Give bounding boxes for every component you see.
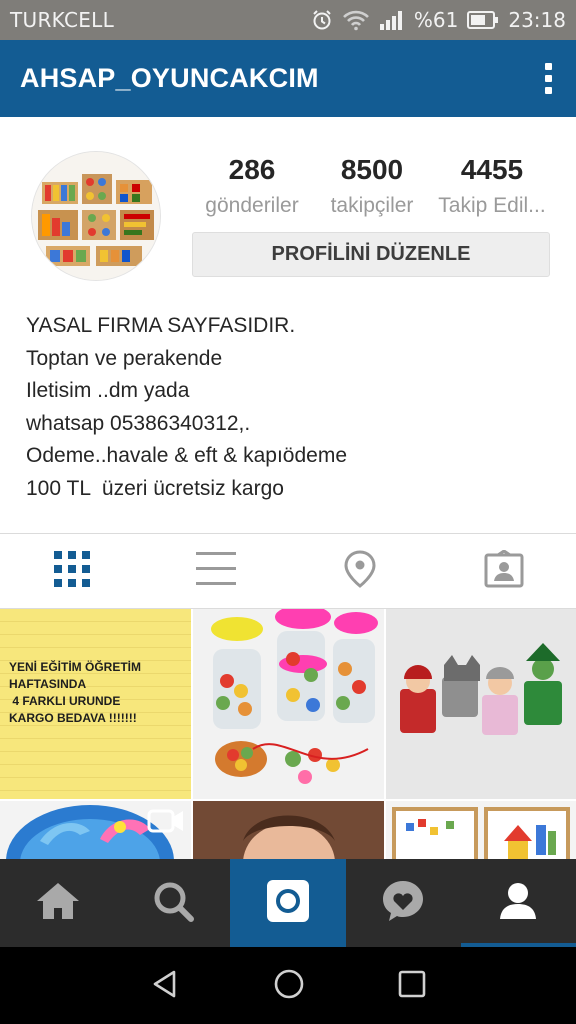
bio-line: YASAL FIRMA SAYFASIDIR.	[26, 314, 296, 337]
followers-count: 8500	[340, 154, 404, 185]
more-vert-icon[interactable]	[520, 40, 576, 117]
following-label: Takip Edil...	[438, 194, 546, 217]
nav-profile[interactable]	[460, 859, 576, 947]
posts-count: 286	[228, 154, 276, 185]
tab-list[interactable]	[144, 534, 288, 608]
battery-icon	[467, 10, 499, 30]
nav-activity[interactable]	[346, 859, 461, 947]
home-circle-icon[interactable]	[273, 968, 305, 1004]
video-camera-icon	[147, 807, 185, 839]
stat-posts[interactable]: 286 gönderiler	[192, 150, 312, 222]
posts-label: gönderiler	[205, 194, 299, 217]
posts-grid: YENİ EĞİTİM ÖĞRETİM HAFTASINDA 4 FARKLI …	[0, 609, 576, 859]
profile-avatar[interactable]	[31, 151, 161, 281]
following-count: 4455	[460, 154, 524, 185]
battery-percent: %61	[413, 8, 459, 32]
recents-icon[interactable]	[398, 970, 426, 1002]
system-navigation-bar	[0, 947, 576, 1024]
instagram-profile-screen: TURKCELL %61 23:18 AHSAP_OYUNCAKCIM 286 …	[0, 0, 576, 1024]
bio-line: Toptan ve perakende	[26, 346, 223, 370]
profile-icon	[498, 881, 538, 925]
location-pin-icon	[343, 550, 377, 592]
tagged-photos-icon	[484, 549, 524, 592]
home-icon	[35, 881, 81, 925]
tab-location[interactable]	[288, 534, 432, 608]
signal-icon	[379, 9, 405, 31]
profile-bio: YASAL FIRMA SAYFASIDIR. Toptan ve perake…	[26, 310, 556, 505]
search-icon	[152, 880, 194, 926]
camera-icon	[266, 879, 310, 927]
list-icon	[196, 552, 236, 590]
tab-grid[interactable]	[0, 534, 144, 608]
wifi-icon	[342, 9, 370, 31]
grid-icon	[54, 551, 90, 591]
post-tile[interactable]	[193, 801, 384, 859]
carrier-name: TURKCELL	[10, 8, 115, 32]
nav-home[interactable]	[0, 859, 115, 947]
bottom-navigation	[0, 859, 576, 947]
tab-tagged[interactable]	[432, 534, 576, 608]
app-bar: AHSAP_OYUNCAKCIM	[0, 40, 576, 117]
stat-following[interactable]: 4455 Takip Edil...	[432, 150, 552, 222]
nav-camera[interactable]	[230, 859, 346, 947]
status-bar: TURKCELL %61 23:18	[0, 0, 576, 40]
post-tile[interactable]	[386, 609, 576, 799]
stat-followers[interactable]: 8500 takipçiler	[312, 150, 432, 222]
post-tile[interactable]	[193, 609, 384, 799]
edit-profile-button[interactable]: PROFİLİNİ DÜZENLE	[192, 232, 550, 277]
profile-stats: 286 gönderiler 8500 takipçiler 4455 Taki…	[192, 150, 552, 222]
bio-line: Iletisim ..dm yada	[26, 379, 190, 402]
bio-line: 100 TL üzeri ücretsiz kargo	[26, 476, 284, 500]
profile-username: AHSAP_OYUNCAKCIM	[20, 63, 319, 93]
post-caption-text: YENİ EĞİTİM ÖĞRETİM HAFTASINDA 4 FARKLI …	[9, 660, 142, 725]
bio-line: Odeme..havale & eft & kapıödeme	[26, 444, 348, 467]
profile-view-tabs	[0, 533, 576, 609]
post-tile[interactable]: YENİ EĞİTİM ÖĞRETİM HAFTASINDA 4 FARKLI …	[0, 609, 191, 799]
alarm-icon	[311, 9, 333, 31]
back-icon[interactable]	[150, 969, 180, 1003]
clock: 23:18	[508, 8, 566, 32]
activity-heart-icon	[381, 879, 425, 927]
nav-search[interactable]	[115, 859, 230, 947]
post-tile[interactable]	[0, 801, 191, 859]
followers-label: takipçiler	[330, 194, 414, 217]
post-tile[interactable]	[386, 801, 576, 859]
bio-line: whatsap 05386340312,.	[26, 411, 251, 435]
